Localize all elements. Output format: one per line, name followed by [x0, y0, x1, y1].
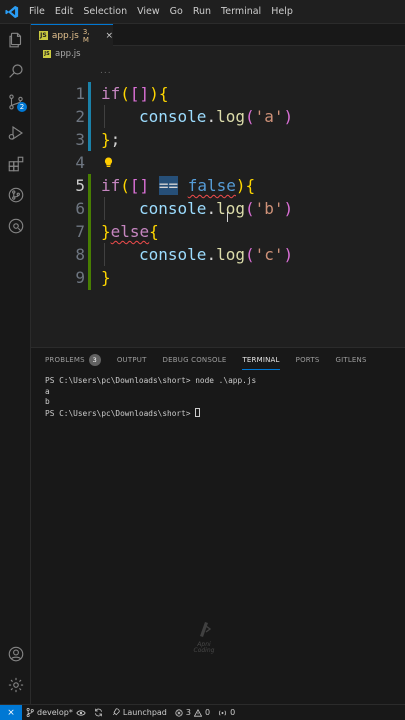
tab-ports[interactable]: PORTS — [296, 348, 320, 372]
menu-file[interactable]: File — [24, 0, 50, 24]
tab-debug-console[interactable]: DEBUG CONSOLE — [163, 348, 227, 372]
sticky-scroll-ellipsis: ... — [100, 66, 112, 76]
watermark: Apni Coding — [189, 620, 219, 654]
run-debug-icon[interactable] — [0, 118, 31, 148]
false-literal: false — [187, 176, 236, 195]
remote-indicator-icon[interactable]: ⨯ — [0, 704, 22, 720]
menu-bar: File Edit Selection View Go Run Terminal… — [0, 0, 405, 24]
eye-icon — [76, 709, 86, 716]
warning-icon — [193, 708, 202, 717]
menu-go[interactable]: Go — [165, 0, 188, 24]
source-control-icon[interactable]: 2 — [0, 87, 31, 117]
sync-icon — [94, 708, 102, 717]
tab-problems[interactable]: PROBLEMS 3 — [45, 348, 101, 372]
menu-edit[interactable]: Edit — [50, 0, 78, 24]
tab-problem-status: 3, M — [82, 27, 90, 44]
code-line-5: 5 if([] == false){ — [75, 176, 256, 195]
activity-bar: 2 — [0, 24, 31, 704]
menu-view[interactable]: View — [132, 0, 165, 24]
vscode-logo-icon — [0, 0, 24, 24]
terminal-output[interactable]: PS C:\Users\pc\Downloads\short> node .\a… — [45, 376, 256, 419]
remote-explorer-icon[interactable] — [0, 211, 31, 241]
menu-terminal[interactable]: Terminal — [216, 0, 266, 24]
terminal-prompt-line: PS C:\Users\pc\Downloads\short> — [45, 407, 256, 420]
settings-gear-icon[interactable] — [0, 670, 31, 700]
watermark-logo-icon — [200, 622, 212, 637]
code-line-1: 1 if([]){ — [75, 84, 169, 103]
radio-tower-icon — [219, 709, 227, 716]
tab-app-js[interactable]: JS app.js 3, M × — [31, 24, 113, 46]
close-icon[interactable]: × — [105, 31, 113, 41]
tab-label: app.js — [51, 30, 79, 41]
editor-tab-bar: JS app.js 3, M × — [31, 24, 405, 46]
git-branch-icon — [26, 708, 34, 717]
code-editor[interactable]: 1 if([]){ 2 console.log('a') 3 }; 4 5 if… — [31, 62, 405, 347]
status-bar: ⨯ develop* Launchpad 3 0 0 — [0, 704, 405, 720]
tab-terminal[interactable]: TERMINAL — [242, 348, 280, 372]
breadcrumb-file[interactable]: app.js — [55, 49, 81, 59]
tab-gitlens[interactable]: GITLENS — [335, 348, 366, 372]
code-line-4: 4 — [75, 153, 85, 172]
extensions-icon[interactable] — [0, 149, 31, 179]
code-line-6: 6 console.log('b') — [75, 199, 294, 218]
breadcrumb: JS app.js — [31, 46, 405, 62]
bottom-panel: PROBLEMS 3 OUTPUT DEBUG CONSOLE TERMINAL … — [31, 347, 405, 704]
lightbulb-icon[interactable] — [104, 153, 113, 172]
error-icon — [175, 708, 183, 717]
menu-help[interactable]: Help — [266, 0, 298, 24]
git-graph-icon[interactable] — [0, 180, 31, 210]
code-line-3: 3 }; — [75, 130, 121, 149]
sync-button[interactable] — [90, 708, 107, 717]
code-line-9: 9 } — [75, 268, 111, 287]
search-icon[interactable] — [0, 56, 31, 86]
terminal-line: b — [45, 397, 50, 406]
code-line-8: 8 console.log('c') — [75, 245, 294, 264]
terminal-line: PS C:\Users\pc\Downloads\short> node .\a… — [45, 376, 257, 385]
javascript-file-icon: JS — [43, 50, 51, 58]
panel-tab-bar: PROBLEMS 3 OUTPUT DEBUG CONSOLE TERMINAL … — [31, 348, 405, 372]
code-line-2: 2 console.log('a') — [75, 107, 294, 126]
rocket-icon — [112, 708, 120, 716]
launchpad-button[interactable]: Launchpad — [107, 708, 171, 717]
menu-selection[interactable]: Selection — [78, 0, 132, 24]
selected-operator: == — [158, 176, 179, 195]
code-line-7: 7 }else{ — [75, 222, 159, 241]
problems-indicator[interactable]: 3 0 — [171, 708, 214, 717]
terminal-cursor — [195, 407, 201, 417]
problems-count-badge: 3 — [88, 354, 101, 366]
ports-indicator[interactable]: 0 — [214, 708, 239, 717]
menu-run[interactable]: Run — [188, 0, 216, 24]
account-icon[interactable] — [0, 639, 31, 669]
scm-badge: 2 — [17, 102, 27, 112]
tab-output[interactable]: OUTPUT — [117, 348, 147, 372]
javascript-file-icon: JS — [39, 31, 48, 40]
terminal-line: a — [45, 386, 50, 396]
branch-indicator[interactable]: develop* — [22, 708, 90, 717]
explorer-icon[interactable] — [0, 25, 31, 55]
